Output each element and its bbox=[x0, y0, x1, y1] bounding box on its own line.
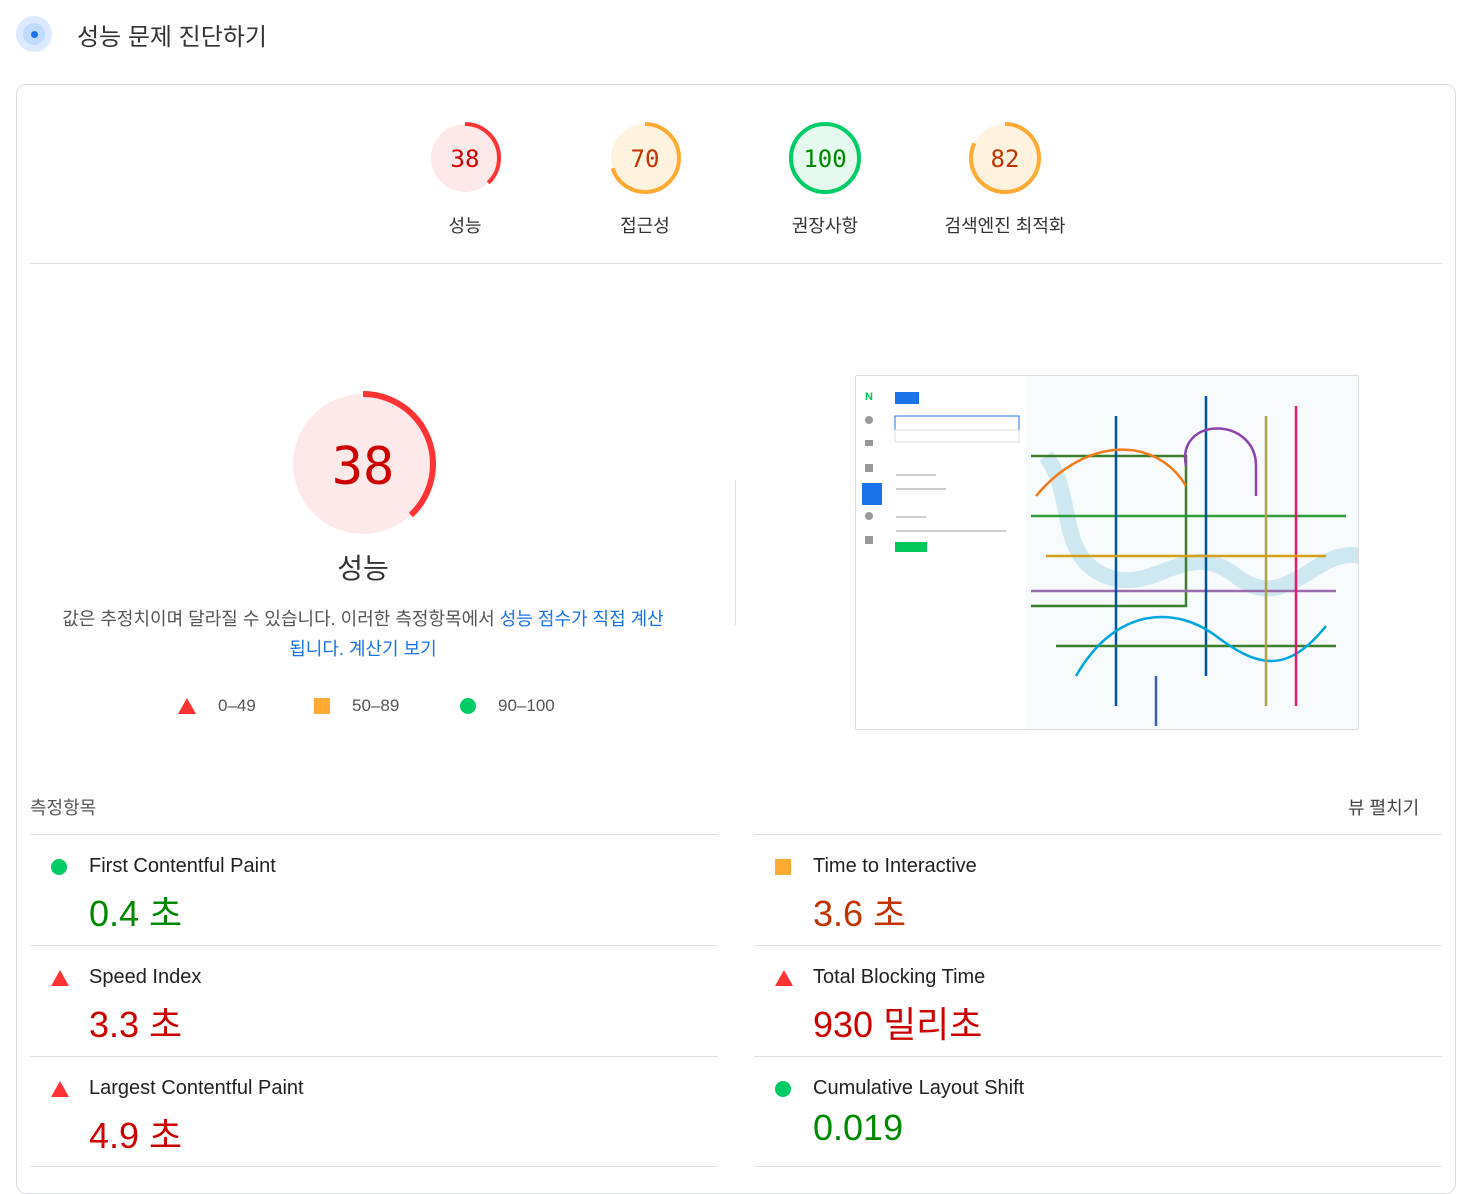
metric-item: Cumulative Layout Shift 0.019 bbox=[754, 1056, 1442, 1167]
metric-name: Largest Contentful Paint bbox=[89, 1077, 304, 1099]
final-screenshot-thumbnail[interactable]: N bbox=[855, 375, 1359, 730]
legend-average: 50–89 bbox=[314, 696, 399, 716]
pass-circle-icon bbox=[775, 1081, 791, 1097]
category-gauge[interactable]: 38 성능 bbox=[395, 120, 535, 238]
metric-item: Time to Interactive 3.6 초 bbox=[754, 834, 1442, 945]
divider bbox=[30, 1166, 718, 1167]
category-gauge[interactable]: 100 권장사항 bbox=[755, 120, 895, 238]
average-square-icon bbox=[775, 859, 791, 875]
gauge-score: 38 bbox=[451, 145, 480, 173]
triangle-icon bbox=[178, 698, 196, 714]
fail-triangle-icon bbox=[51, 1081, 69, 1097]
gauge-label: 권장사항 bbox=[791, 216, 859, 236]
performance-description: 값은 추정치이며 달라질 수 있습니다. 이러한 측정항목에서 성능 점수가 직… bbox=[62, 609, 664, 659]
page-title: 성능 문제 진단하기 bbox=[77, 23, 267, 51]
performance-gauge-ring: 38 bbox=[290, 391, 436, 537]
fail-triangle-icon bbox=[51, 970, 69, 986]
metric-name: Speed Index bbox=[89, 966, 202, 988]
performance-label: 성능 bbox=[337, 553, 389, 584]
pass-circle-icon bbox=[51, 859, 67, 875]
metric-item: Speed Index 3.3 초 bbox=[30, 945, 718, 1056]
calculator-link[interactable]: 계산기 보기 bbox=[349, 639, 437, 659]
gauge-label: 검색엔진 최적화 bbox=[944, 216, 1066, 236]
gauge-score: 100 bbox=[803, 145, 846, 173]
category-gauge[interactable]: 70 접근성 bbox=[575, 120, 715, 238]
metric-item: Largest Contentful Paint 4.9 초 bbox=[30, 1056, 718, 1167]
gauge-label: 접근성 bbox=[620, 216, 670, 236]
metric-value: 4.9 초 bbox=[89, 1115, 183, 1156]
metric-value: 3.6 초 bbox=[813, 893, 907, 934]
performance-gauge-large: 38 성능 bbox=[283, 390, 443, 587]
circle-icon bbox=[460, 698, 476, 714]
divider bbox=[754, 1166, 1442, 1167]
legend-pass: 90–100 bbox=[460, 696, 555, 716]
gauge-ring: 100 bbox=[789, 122, 861, 194]
page-header: 성능 문제 진단하기 bbox=[16, 16, 267, 52]
gauge-score: 70 bbox=[631, 145, 660, 173]
metric-item: Total Blocking Time 930 밀리초 bbox=[754, 945, 1442, 1056]
legend-fail: 0–49 bbox=[178, 696, 256, 716]
lighthouse-gauge-icon bbox=[16, 16, 52, 52]
gauge-label: 성능 bbox=[448, 216, 482, 236]
metric-value: 0.019 bbox=[813, 1107, 904, 1148]
gauge-ring: 70 bbox=[609, 122, 681, 194]
expand-view-toggle[interactable]: 뷰 펼치기 bbox=[1348, 794, 1419, 820]
metric-name: Time to Interactive bbox=[813, 855, 977, 877]
gauge-ring: 82 bbox=[969, 122, 1041, 194]
metric-item: First Contentful Paint 0.4 초 bbox=[30, 834, 718, 945]
metric-value: 3.3 초 bbox=[89, 1004, 183, 1045]
metrics-heading: 측정항목 bbox=[30, 798, 97, 818]
performance-score: 38 bbox=[332, 437, 395, 497]
vertical-divider bbox=[735, 480, 736, 625]
gauge-ring: 38 bbox=[429, 122, 501, 194]
metric-name: Total Blocking Time bbox=[813, 966, 986, 988]
metric-value: 930 밀리초 bbox=[813, 1004, 983, 1045]
fail-triangle-icon bbox=[775, 970, 793, 986]
category-gauge[interactable]: 82 검색엔진 최적화 bbox=[935, 120, 1075, 238]
square-icon bbox=[314, 698, 330, 714]
metric-value: 0.4 초 bbox=[89, 893, 183, 934]
gauge-score: 82 bbox=[991, 145, 1020, 173]
metric-name: Cumulative Layout Shift bbox=[813, 1077, 1025, 1099]
metric-name: First Contentful Paint bbox=[89, 855, 276, 877]
svg-text:N: N bbox=[865, 391, 873, 403]
divider bbox=[30, 263, 1442, 264]
